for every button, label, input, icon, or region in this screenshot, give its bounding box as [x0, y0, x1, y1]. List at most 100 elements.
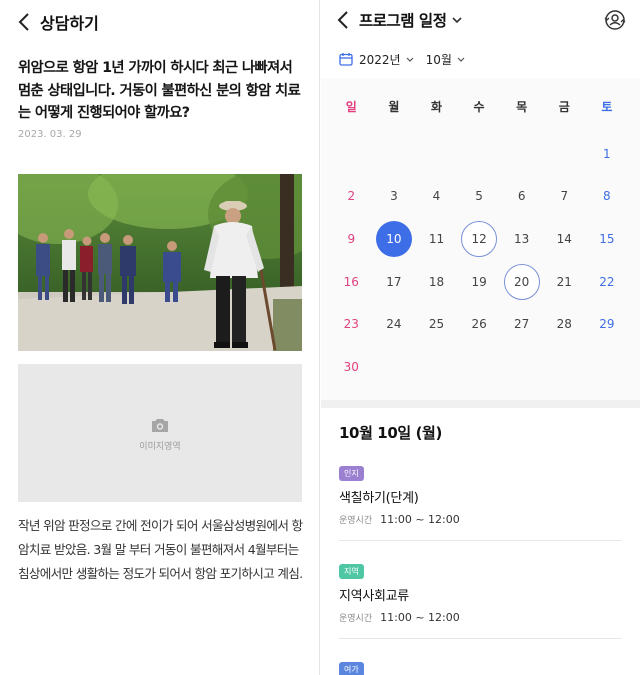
back-button[interactable] [333, 10, 353, 30]
image-placeholder-label: 이미지영역 [139, 442, 181, 452]
article-photo [18, 174, 302, 351]
event-item[interactable]: 여가 [339, 639, 622, 675]
section-divider [321, 400, 640, 408]
calendar-empty-cell [586, 346, 629, 389]
event-category-tag: 인지 [339, 466, 364, 481]
calendar-day[interactable]: 1 [586, 133, 629, 176]
calendar-day-number: 1 [603, 146, 611, 161]
calendar-empty-cell [543, 346, 586, 389]
weekday-header: 목 [516, 99, 528, 114]
chevron-left-icon [18, 13, 29, 31]
month-selector-row: 2022년 10월 [321, 40, 640, 78]
year-select[interactable]: 2022년 [339, 51, 414, 68]
calendar-day[interactable]: 25 [415, 303, 458, 346]
calendar-day[interactable]: 26 [458, 303, 501, 346]
calendar-day[interactable]: 27 [500, 303, 543, 346]
calendar-day[interactable]: 13 [500, 218, 543, 261]
profile-switch-button[interactable] [604, 9, 626, 35]
year-value: 2022년 [359, 52, 401, 67]
chevron-down-icon [457, 57, 465, 62]
calendar-day[interactable]: 28 [543, 303, 586, 346]
calendar-empty-cell [458, 133, 501, 176]
event-item[interactable]: 인지색칠하기(단계) 운영시간 11:00 ~ 12:00 [339, 443, 622, 541]
calendar-day-number [418, 136, 454, 172]
weekday-header: 금 [558, 99, 570, 114]
event-category-tag: 여가 [339, 662, 364, 675]
calendar-day[interactable]: 30 [330, 346, 373, 389]
event-name: 색칠하기(단계) [339, 491, 419, 506]
calendar-day[interactable]: 12 [458, 218, 501, 261]
calendar-day[interactable]: 3 [373, 175, 416, 218]
chevron-down-icon [452, 16, 463, 23]
back-button[interactable] [14, 12, 34, 32]
consult-panel: 상담하기 위암으로 항암 1년 가까이 하시다 최근 나빠져서 멈춘 상태입니다… [0, 0, 320, 675]
calendar-day-number [546, 349, 582, 385]
chevron-left-icon [337, 11, 348, 29]
calendar-day[interactable]: 2 [330, 175, 373, 218]
calendar-empty-cell [415, 346, 458, 389]
article-date: 2023. 03. 29 [18, 128, 82, 140]
calendar-day[interactable]: 7 [543, 175, 586, 218]
calendar-grid: 일 월 화 수 목 금 토 1 2 3 4 5 6 7 8 9 10 11 12 13 14 15 16 17 18 19 20 21… [330, 90, 640, 388]
calendar-day-number: 12 [461, 221, 498, 258]
calendar-empty-cell [500, 346, 543, 389]
event-category-tag: 지역 [339, 564, 364, 579]
selected-date-title: 10월 10일 (월) [339, 424, 442, 442]
calendar-day[interactable]: 9 [330, 218, 373, 261]
calendar-day[interactable]: 5 [458, 175, 501, 218]
event-time-row: 운영시간 11:00 ~ 12:00 [339, 513, 622, 526]
consult-header: 상담하기 [0, 0, 319, 44]
calendar-day-number: 22 [599, 274, 615, 289]
event-list: 인지색칠하기(단계) 운영시간 11:00 ~ 12:00 지역지역사회교류 운영시간 1… [321, 443, 640, 675]
calendar-day[interactable]: 8 [586, 175, 629, 218]
event-name: 지역사회교류 [339, 589, 409, 604]
calendar-day[interactable]: 4 [415, 175, 458, 218]
calendar-day[interactable]: 18 [415, 260, 458, 303]
user-switch-icon [604, 10, 626, 30]
calendar-day[interactable]: 20 [500, 260, 543, 303]
calendar-day[interactable]: 16 [330, 260, 373, 303]
event-time-value: 11:00 ~ 12:00 [380, 513, 460, 526]
calendar-day[interactable]: 23 [330, 303, 373, 346]
event-time-label: 운영시간 [339, 516, 373, 526]
calendar-day-number [504, 349, 540, 385]
calendar-empty-cell [415, 133, 458, 176]
event-time-value: 11:00 ~ 12:00 [380, 611, 460, 624]
calendar-day[interactable]: 19 [458, 260, 501, 303]
calendar-day[interactable]: 6 [500, 175, 543, 218]
calendar-day[interactable]: 10 [373, 218, 416, 261]
calendar-day-number: 26 [471, 317, 487, 332]
calendar-day[interactable]: 11 [415, 218, 458, 261]
calendar-day-number [461, 136, 497, 172]
calendar-day-number: 21 [556, 274, 572, 289]
calendar-day-number [376, 136, 412, 172]
calendar-day[interactable]: 17 [373, 260, 416, 303]
calendar-day-number [546, 136, 582, 172]
calendar-day-number: 19 [471, 274, 487, 289]
calendar-day-number: 13 [514, 232, 530, 247]
event-item[interactable]: 지역 지역사회교류 운영시간 11:00 ~ 12:00 [339, 541, 622, 639]
month-select[interactable]: 10월 [426, 51, 465, 68]
chevron-down-icon [406, 57, 414, 62]
calendar-day-number: 23 [343, 317, 359, 332]
calendar-day[interactable]: 21 [543, 260, 586, 303]
calendar-day-number: 10 [375, 221, 412, 258]
calendar-day[interactable]: 22 [586, 260, 629, 303]
calendar-day-number: 28 [556, 317, 572, 332]
title-dropdown[interactable] [452, 16, 463, 24]
calendar-day-number: 18 [428, 274, 445, 289]
calendar-day[interactable]: 24 [373, 303, 416, 346]
calendar-day-number: 16 [343, 274, 359, 289]
calendar-day-number: 14 [556, 232, 572, 247]
calendar-day-number [504, 136, 540, 172]
calendar-empty-cell [500, 133, 543, 176]
calendar-day[interactable]: 29 [586, 303, 629, 346]
calendar-day-number [589, 349, 625, 385]
calendar-day[interactable]: 15 [586, 218, 629, 261]
calendar-day-number [333, 136, 369, 172]
calendar-day-number: 7 [560, 189, 569, 204]
calendar-day[interactable]: 14 [543, 218, 586, 261]
calendar-empty-cell [458, 346, 501, 389]
weekday-header: 화 [430, 99, 442, 114]
weekday-header: 일 [345, 99, 357, 114]
